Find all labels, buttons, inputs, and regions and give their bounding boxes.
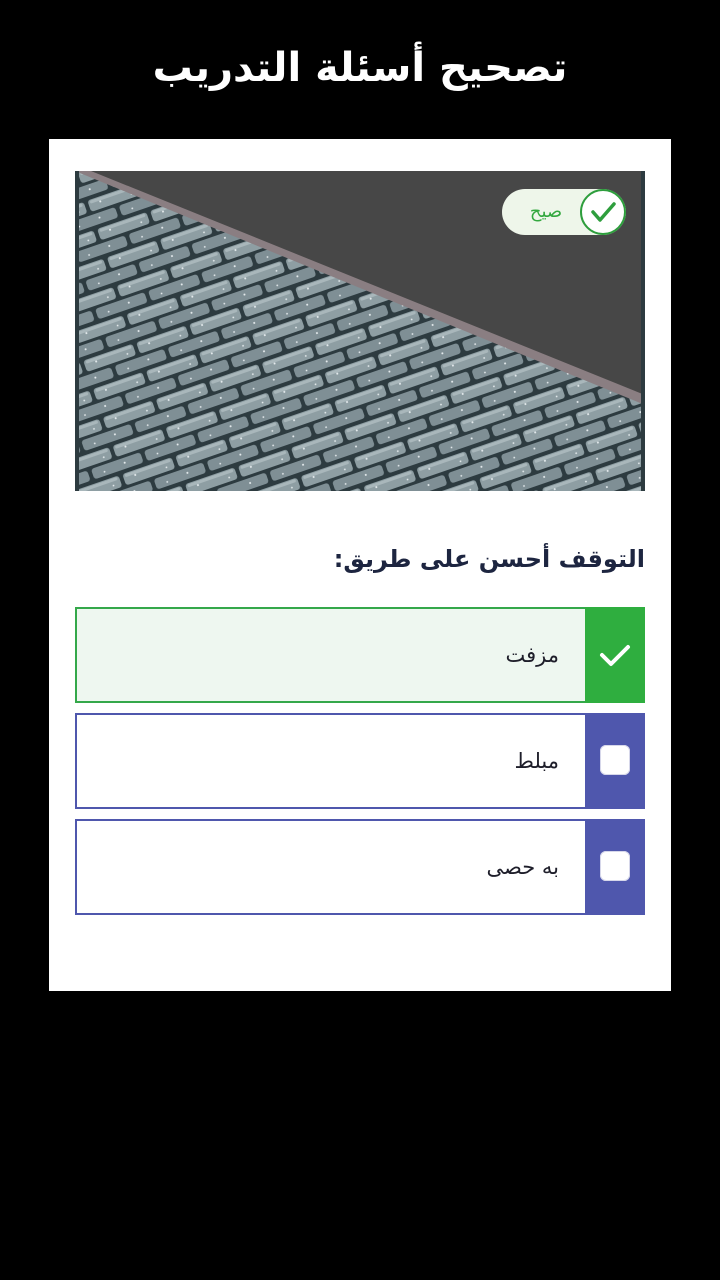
answer-option[interactable]: به حصى [75, 819, 645, 915]
result-label: صيح [529, 201, 563, 222]
option-marker [585, 819, 645, 915]
checkbox-icon[interactable] [600, 745, 630, 775]
option-label: مزفت [505, 643, 560, 667]
option-label: به حصى [486, 855, 559, 879]
page-title: تصحيح أسئلة التدريب [152, 45, 568, 91]
correct-check-icon [580, 189, 626, 235]
answer-option[interactable]: مبلط [75, 713, 645, 809]
option-label: مبلط [514, 749, 559, 773]
checkmark-icon [600, 645, 630, 666]
question-illustration: صيح [75, 171, 645, 491]
question-card: صيح التوقف أحسن على طريق: مزفت مبلط به ح… [49, 139, 671, 991]
checkbox-icon[interactable] [600, 851, 630, 881]
answer-option-correct[interactable]: مزفت [75, 607, 645, 703]
option-marker [585, 607, 645, 703]
question-text: التوقف أحسن على طريق: [333, 545, 645, 573]
option-marker [585, 713, 645, 809]
result-badge: صيح [502, 189, 626, 235]
